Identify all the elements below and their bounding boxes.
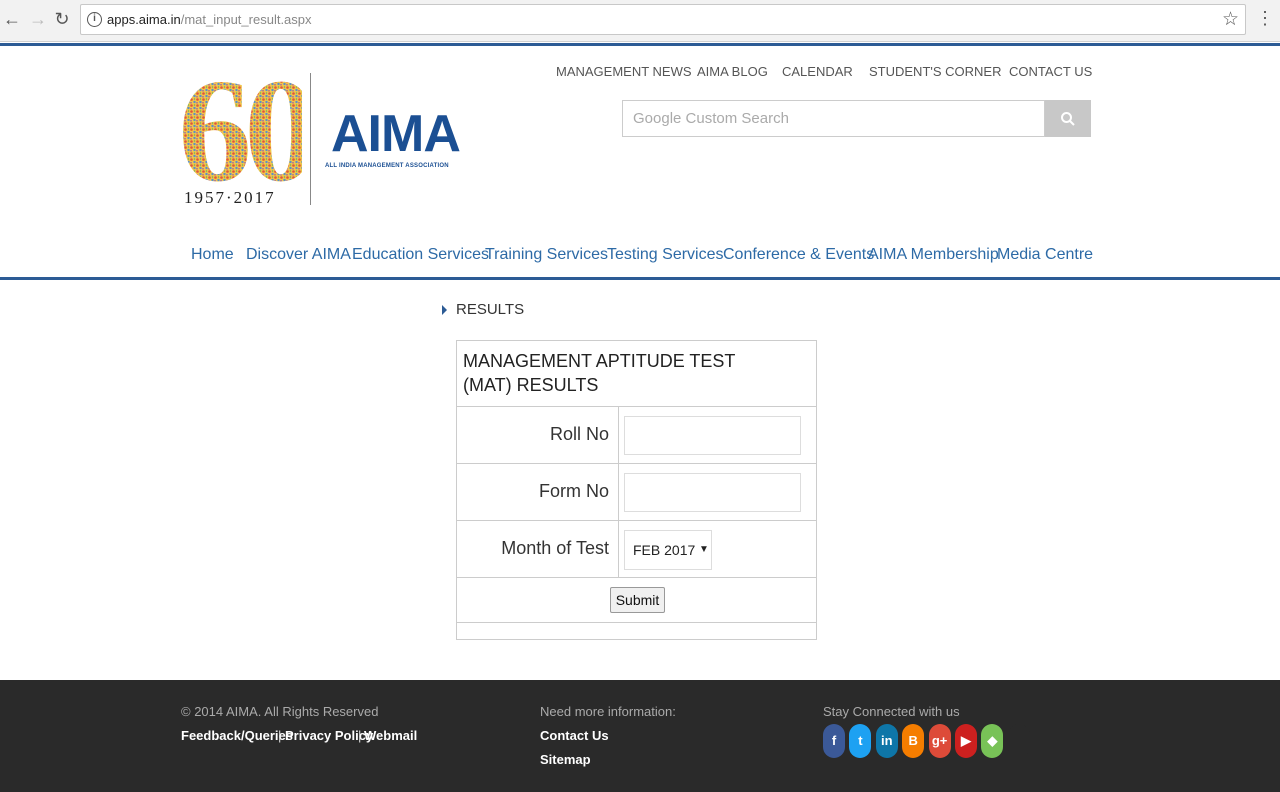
browser-toolbar: ← → ↻ i apps.aima.in/mat_input_result.as…	[0, 0, 1280, 42]
footer-separator: |	[358, 728, 362, 743]
results-heading: RESULTS	[456, 301, 525, 318]
triangle-bullet-icon	[442, 305, 447, 315]
search-button[interactable]	[1045, 100, 1091, 137]
address-bar[interactable]: i apps.aima.in/mat_input_result.aspx ☆	[80, 4, 1246, 35]
url-path: /mat_input_result.aspx	[180, 12, 312, 27]
need-info-text: Need more information:	[540, 704, 676, 719]
nav-testing-services[interactable]: Testing Services	[607, 246, 724, 264]
browser-menu-icon[interactable]: ⋮	[1256, 8, 1274, 29]
logo-divider	[310, 73, 311, 205]
nav-media-centre[interactable]: Media Centre	[997, 246, 1093, 264]
logo-years: 1957·2017	[184, 188, 276, 207]
nav-aima-membership[interactable]: AIMA Membership	[868, 246, 999, 264]
submit-button[interactable]: Submit	[610, 587, 665, 613]
logo-tagline: ALL INDIA MANAGEMENT ASSOCIATION	[325, 163, 449, 169]
twitter-icon[interactable]: t	[849, 724, 872, 758]
apple-icon[interactable]	[1007, 724, 1030, 758]
footer-link-webmail[interactable]: Webmail	[364, 728, 417, 743]
mat-results-form: MANAGEMENT APTITUDE TEST (MAT) RESULTS R…	[456, 340, 817, 640]
top-link-management-news[interactable]: MANAGEMENT NEWS	[556, 64, 692, 79]
roll-no-input[interactable]	[624, 416, 801, 455]
info-icon[interactable]: i	[87, 12, 102, 27]
blogger-icon[interactable]: B	[902, 724, 925, 758]
nav-training-services[interactable]: Training Services	[485, 246, 608, 264]
reload-icon[interactable]: ↻	[50, 7, 74, 31]
search-input[interactable]	[622, 100, 1045, 137]
nav-home[interactable]: Home	[191, 246, 234, 264]
search-icon	[1061, 112, 1075, 126]
form-divider	[457, 577, 816, 578]
logo-sixty: 60	[178, 62, 302, 188]
url-text: apps.aima.in/mat_input_result.aspx	[107, 12, 312, 27]
header-top-rule	[0, 43, 1280, 46]
url-host: apps.aima.in	[107, 12, 181, 27]
form-no-input[interactable]	[624, 473, 801, 512]
footer-separator: |	[278, 728, 282, 743]
nav-bottom-rule	[0, 277, 1280, 280]
roll-no-label: Roll No	[549, 424, 609, 444]
bookmark-star-icon[interactable]: ☆	[1222, 8, 1239, 31]
month-selected-value: FEB 2017	[633, 542, 696, 558]
form-divider	[457, 463, 816, 464]
month-of-test-label: Month of Test	[501, 538, 609, 558]
copyright-text: © 2014 AIMA. All Rights Reserved	[181, 704, 379, 719]
footer-link-feedback[interactable]: Feedback/Queries	[181, 728, 293, 743]
top-link-contact-us[interactable]: CONTACT US	[1009, 64, 1092, 79]
nav-education-services[interactable]: Education Services	[352, 246, 489, 264]
form-column-divider	[618, 406, 619, 577]
android-icon[interactable]: ◆	[981, 724, 1004, 758]
form-no-label: Form No	[538, 481, 609, 501]
youtube-icon[interactable]: ▶	[955, 724, 977, 758]
footer-link-sitemap[interactable]: Sitemap	[540, 752, 591, 767]
footer-link-contact[interactable]: Contact Us	[540, 728, 609, 743]
back-arrow-icon[interactable]: ←	[0, 7, 24, 31]
form-divider	[457, 622, 816, 623]
forward-arrow-icon[interactable]: →	[26, 7, 50, 31]
form-title: MANAGEMENT APTITUDE TEST (MAT) RESULTS	[463, 351, 736, 395]
month-of-test-select[interactable]: FEB 2017 ▼	[624, 530, 712, 570]
aima-logo[interactable]: AIMA	[331, 106, 461, 162]
anniversary-logo[interactable]: 60	[178, 49, 321, 213]
stay-connected-text: Stay Connected with us	[823, 704, 960, 719]
top-link-calendar[interactable]: CALENDAR	[782, 64, 853, 79]
google-plus-icon[interactable]: g+	[928, 724, 951, 758]
nav-discover-aima[interactable]: Discover AIMA	[246, 246, 351, 264]
form-divider	[457, 520, 816, 521]
facebook-icon[interactable]: f	[823, 724, 845, 758]
linkedin-icon[interactable]: in	[875, 724, 898, 758]
dropdown-arrow-icon: ▼	[699, 544, 709, 555]
form-divider	[457, 406, 816, 407]
top-link-students-corner[interactable]: STUDENT'S CORNER	[869, 64, 1002, 79]
top-link-aima-blog[interactable]: AIMA BLOG	[697, 64, 768, 79]
nav-conference-events[interactable]: Conference & Events	[723, 246, 874, 264]
